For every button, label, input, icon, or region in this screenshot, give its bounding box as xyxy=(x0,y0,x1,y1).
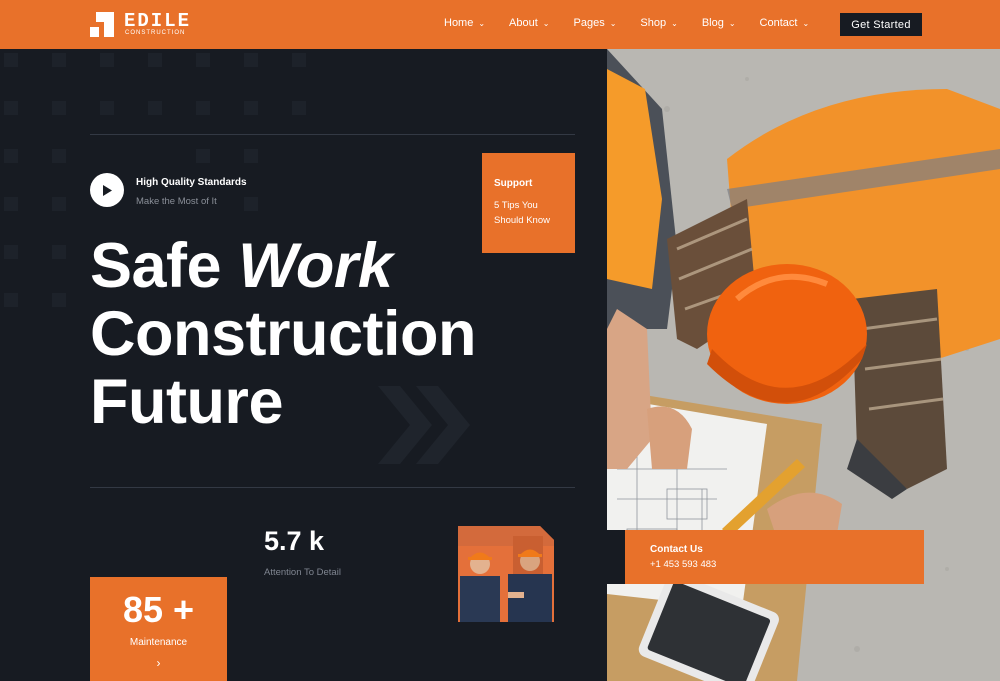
chevron-down-icon: ⌄ xyxy=(728,18,736,28)
divider-line xyxy=(90,487,575,488)
video-title: High Quality Standards xyxy=(136,177,247,188)
contact-phone: +1 453 593 483 xyxy=(650,559,717,570)
main-nav: Home ⌄ About ⌄ Pages ⌄ Shop ⌄ Blog ⌄ Con… xyxy=(444,17,833,29)
divider-line xyxy=(90,134,575,135)
contact-box-accent xyxy=(600,530,625,584)
brand-name: EDILE xyxy=(124,10,192,32)
chevron-down-icon: ⌄ xyxy=(478,18,486,28)
nav-label: Home xyxy=(444,17,474,29)
maintenance-stat-value: 85 + xyxy=(122,589,195,630)
nav-label: Contact xyxy=(759,17,798,29)
nav-item-shop[interactable]: Shop ⌄ xyxy=(640,17,677,29)
chevron-right-icon: › xyxy=(156,656,161,670)
get-started-button[interactable]: Get Started xyxy=(840,13,922,36)
chevrons-decoration-icon xyxy=(378,386,470,464)
logo[interactable]: EDILE CONSTRUCTION xyxy=(90,11,190,39)
video-subtitle: Make the Most of It xyxy=(136,196,217,207)
chevron-down-icon: ⌄ xyxy=(609,18,617,28)
headline-plain: Safe xyxy=(90,231,239,301)
brand-tagline: CONSTRUCTION xyxy=(125,30,186,36)
nav-label: Blog xyxy=(701,17,724,29)
contact-title: Contact Us xyxy=(650,544,703,555)
nav-item-about[interactable]: About ⌄ xyxy=(509,17,549,29)
nav-label: About xyxy=(509,17,538,29)
nav-item-blog[interactable]: Blog ⌄ xyxy=(702,17,736,29)
hero-construction-image xyxy=(607,49,1000,681)
maintenance-stat-card[interactable]: 85 + Maintenance › xyxy=(90,577,227,681)
nav-label: Shop xyxy=(640,17,667,29)
chevron-down-icon: ⌄ xyxy=(802,18,810,28)
contact-us-box[interactable]: Contact Us +1 453 593 483 xyxy=(600,530,924,584)
chevron-down-icon: ⌄ xyxy=(542,18,550,28)
chevron-down-icon: ⌄ xyxy=(671,18,678,28)
attention-stat-label: Attention To Detail xyxy=(264,567,341,578)
support-card[interactable]: Support 5 Tips You Should Know xyxy=(482,153,575,253)
attention-stat-value: 5.7 k xyxy=(264,526,325,556)
nav-label: Pages xyxy=(573,17,605,29)
headline-italic: Work xyxy=(238,231,393,301)
site-header: EDILE CONSTRUCTION Home ⌄ About ⌄ Pages … xyxy=(0,0,1000,49)
play-video-button[interactable] xyxy=(90,173,124,207)
nav-item-pages[interactable]: Pages ⌄ xyxy=(574,17,617,29)
headline-line3: Future xyxy=(90,367,283,437)
hero-left-panel: High Quality Standards Make the Most of … xyxy=(0,49,607,681)
nav-item-home[interactable]: Home ⌄ xyxy=(444,17,485,29)
maintenance-stat-label: Maintenance xyxy=(129,637,188,648)
support-title: Support xyxy=(494,178,533,189)
logo-mark-icon xyxy=(90,12,114,37)
workers-thumbnail-image xyxy=(458,526,554,622)
nav-item-contact[interactable]: Contact ⌄ xyxy=(760,17,810,29)
headline-line2: Construction xyxy=(90,299,476,369)
support-text: 5 Tips You Should Know xyxy=(494,200,550,226)
play-icon xyxy=(103,184,112,196)
